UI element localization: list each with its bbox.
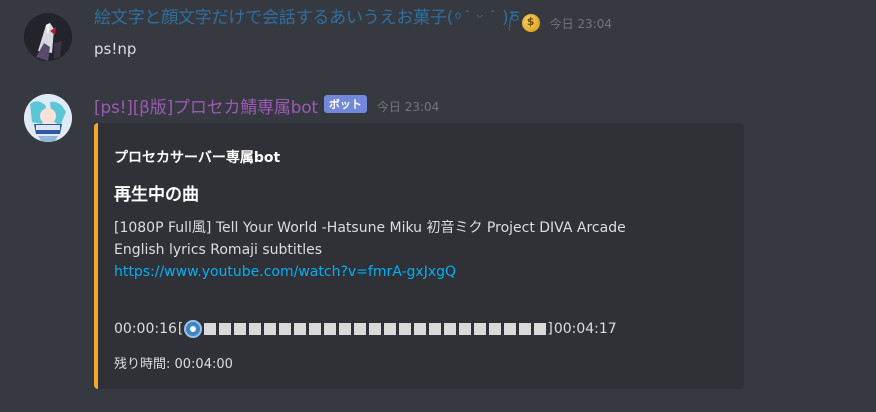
progress-block xyxy=(504,323,517,335)
timestamp: 今日 23:04 xyxy=(376,99,440,114)
user-avatar[interactable] xyxy=(24,13,72,61)
description-line: [1080P Full風] Tell Your World -Hatsune M… xyxy=(114,220,626,236)
username[interactable]: 絵文字と顔文字だけで会話するあいうえお菓子( ͦ ˙ ᵕ ˙ )ཎ xyxy=(94,0,520,46)
embed-card: プロセカサーバー専属bot 再生中の曲 [1080P Full風] Tell Y… xyxy=(94,123,744,389)
progress-block xyxy=(369,323,382,335)
progress-block xyxy=(414,323,427,335)
message-header: 絵文字と顔文字だけで会話するあいうえお菓子( ͦ ˙ ᵕ ˙ )ཎ 今日 23:… xyxy=(94,8,612,34)
progress-bracket-close: ] xyxy=(547,321,553,337)
elapsed-time: 00:00:16 xyxy=(114,321,177,337)
embed-author: プロセカサーバー専属bot xyxy=(114,150,281,166)
progress-block xyxy=(459,323,472,335)
progress-bar: 00:00:16 [ ] 00:04:17 xyxy=(114,318,617,340)
progress-bracket-open: [ xyxy=(177,321,184,337)
progress-track xyxy=(204,323,547,335)
message-item: [ps!][β版]プロセカ鯖専属bot ボット 今日 23:04 プロセカサーバ… xyxy=(0,88,876,400)
progress-block xyxy=(264,323,277,335)
bot-tag: ボット xyxy=(323,95,367,113)
progress-block xyxy=(519,323,532,335)
progress-block xyxy=(294,323,307,335)
timestamp: 今日 23:04 xyxy=(549,16,612,31)
chat-messages: 絵文字と顔文字だけで会話するあいうえお菓子( ͦ ˙ ᵕ ˙ )ཎ 今日 23:… xyxy=(0,0,876,412)
progress-block xyxy=(324,323,337,335)
video-link[interactable]: https://www.youtube.com/watch?v=fmrA-gxJ… xyxy=(114,261,724,283)
playhead-icon xyxy=(184,320,203,338)
remaining-time: 残り時間: 00:04:00 xyxy=(114,357,233,372)
message-header: [ps!][β版]プロセカ鯖専属bot ボット 今日 23:04 xyxy=(94,93,440,118)
progress-block xyxy=(444,323,457,335)
avatar-image xyxy=(24,94,72,142)
embed-title: 再生中の曲 xyxy=(114,185,199,205)
progress-block xyxy=(384,323,397,335)
progress-block xyxy=(339,323,352,335)
progress-block xyxy=(219,323,232,335)
progress-block xyxy=(234,323,247,335)
embed-description: [1080P Full風] Tell Your World -Hatsune M… xyxy=(114,217,724,283)
progress-block xyxy=(429,323,442,335)
message-item: 絵文字と顔文字だけで会話するあいうえお菓子( ͦ ˙ ᵕ ˙ )ཎ 今日 23:… xyxy=(0,0,876,88)
progress-block xyxy=(474,323,487,335)
total-time: 00:04:17 xyxy=(553,321,617,337)
message-content: ps!np xyxy=(94,40,137,58)
progress-block xyxy=(354,323,367,335)
money-bag-icon xyxy=(521,14,540,32)
bot-avatar[interactable] xyxy=(24,94,72,142)
description-line: English lyrics Romaji subtitles xyxy=(114,242,323,258)
progress-block xyxy=(534,323,547,335)
username[interactable]: [ps!][β版]プロセカ鯖専属bot xyxy=(94,93,318,118)
progress-block xyxy=(249,323,262,335)
progress-block xyxy=(399,323,412,335)
progress-block xyxy=(309,323,322,335)
avatar-image xyxy=(24,13,72,61)
progress-block xyxy=(489,323,502,335)
progress-block xyxy=(204,323,217,335)
progress-block xyxy=(279,323,292,335)
